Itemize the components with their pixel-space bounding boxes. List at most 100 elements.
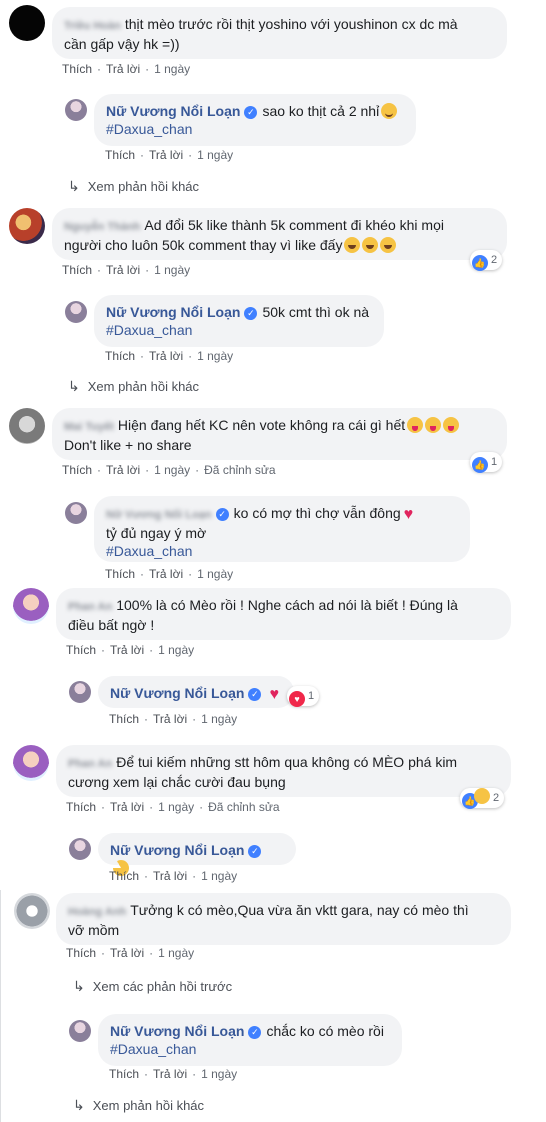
comment-text: người cho luôn 50k comment thay vì like … (64, 237, 343, 253)
laugh-emoji-icon (344, 237, 361, 253)
edited-label[interactable]: Đã chỉnh sửa (204, 463, 275, 477)
reply-author[interactable]: Nữ Vương Nổi Loạn (110, 685, 244, 701)
reply-author[interactable]: Nữ Vương Nổi Loạn (110, 842, 244, 858)
comment-text: Ad đổi 5k like thành 5k comment đi khéo … (144, 217, 444, 233)
comment-author[interactable]: Mai Tuyết (64, 418, 114, 436)
like-link[interactable]: Thích (62, 263, 92, 277)
comment-actions: Thích · Trả lời · 1 ngày · Đã chỉnh sửa (62, 463, 276, 477)
comment-text: Để tui kiếm những stt hôm qua không có M… (116, 754, 458, 770)
like-link[interactable]: Thích (105, 567, 135, 581)
reply-link[interactable]: Trả lời (106, 62, 140, 76)
like-link[interactable]: Thích (66, 946, 96, 960)
previous-replies-link[interactable]: ↳ Xem các phản hồi trước (73, 978, 232, 995)
like-link[interactable]: Thích (109, 1067, 139, 1081)
avatar[interactable] (9, 408, 45, 444)
comment-author[interactable]: Triều Hoàn (64, 17, 121, 35)
edited-label[interactable]: Đã chỉnh sửa (208, 800, 279, 814)
timestamp[interactable]: 1 ngày (201, 712, 237, 726)
timestamp[interactable]: 1 ngày (201, 1067, 237, 1081)
timestamp[interactable]: 1 ngày (154, 463, 190, 477)
reply-arrow-icon: ↳ (73, 978, 85, 994)
timestamp[interactable]: 1 ngày (158, 643, 194, 657)
laugh-emoji-icon (380, 237, 397, 253)
reply-actions: Thích · Trả lời · 1 ngày (109, 869, 238, 883)
comment-author[interactable]: Phan An (68, 755, 112, 773)
reply-link[interactable]: Trả lời (110, 643, 144, 657)
like-link[interactable]: Thích (109, 712, 139, 726)
comment-bubble: Phan An Để tui kiếm những stt hôm qua khô… (56, 745, 511, 797)
timestamp[interactable]: 1 ngày (154, 263, 190, 277)
hashtag-link[interactable]: #Daxua_chan (106, 543, 192, 559)
more-replies-link[interactable]: ↳ Xem phản hồi khác (68, 378, 199, 395)
reply-actions: Thích · Trả lời · 1 ngày (105, 349, 234, 363)
like-link[interactable]: Thích (105, 148, 135, 162)
reply-link[interactable]: Trả lời (106, 463, 140, 477)
comment-author[interactable]: Nguyễn Thành (64, 218, 140, 236)
comment-bubble: Mai Tuyết Hiện đang hết KC nên vote không… (52, 408, 507, 460)
avatar[interactable] (14, 893, 50, 929)
comment-author[interactable]: Hoàng Anh (68, 903, 126, 921)
more-replies-link[interactable]: ↳ Xem phản hồi khác (73, 1097, 204, 1114)
timestamp[interactable]: 1 ngày (197, 349, 233, 363)
avatar[interactable] (13, 588, 49, 624)
timestamp[interactable]: 1 ngày (154, 62, 190, 76)
avatar[interactable] (9, 208, 45, 244)
avatar[interactable] (13, 745, 49, 781)
smile-emoji-icon (381, 103, 398, 119)
avatar[interactable] (69, 838, 91, 860)
reply-link[interactable]: Trả lời (149, 567, 183, 581)
reaction-count[interactable]: 👍 1 (470, 452, 503, 473)
reply-author[interactable]: Nữ Vương Nổi Loạn (110, 1023, 244, 1039)
like-link[interactable]: Thích (62, 62, 92, 76)
avatar[interactable] (69, 1020, 91, 1042)
timestamp[interactable]: 1 ngày (158, 800, 194, 814)
reaction-count[interactable]: ♥ 1 (287, 686, 320, 707)
reply-link[interactable]: Trả lời (106, 263, 140, 277)
reaction-count[interactable]: 👍 2 (460, 788, 505, 809)
avatar[interactable] (65, 301, 87, 323)
avatar[interactable] (9, 5, 45, 41)
comment-bubble: Triều Hoàn thịt mèo trước rồi thịt yoshin… (52, 7, 507, 59)
comment-author[interactable]: Phan An (68, 598, 112, 616)
timestamp[interactable]: 1 ngày (158, 946, 194, 960)
avatar[interactable] (65, 99, 87, 121)
tongue-emoji-icon (425, 417, 442, 433)
reply-link[interactable]: Trả lời (153, 712, 187, 726)
avatar[interactable] (69, 681, 91, 703)
reaction-count[interactable]: 👍 2 (470, 250, 503, 271)
verified-icon: ✓ (248, 1026, 262, 1039)
reply-text: chắc ko có mèo rồi (266, 1023, 384, 1039)
timestamp[interactable]: 1 ngày (197, 567, 233, 581)
hashtag-link[interactable]: #Daxua_chan (110, 1041, 196, 1057)
comment-bubble: Hoàng Anh Tưởng k có mèo,Qua vừa ăn vktt … (56, 893, 511, 945)
comment-text: thịt mèo trước rồi thịt yoshino với yous… (124, 16, 458, 32)
reply-link[interactable]: Trả lời (153, 1067, 187, 1081)
timestamp[interactable]: 1 ngày (201, 869, 237, 883)
reply-author[interactable]: Nữ Vương Nổi Loạn (106, 103, 240, 119)
timestamp[interactable]: 1 ngày (197, 148, 233, 162)
reply-bubble: Nữ Vương Nổi Loạn ✓ sao ko thịt cả 2 nhỉ #… (94, 94, 416, 146)
reply-bubble: Nữ Vương Nổi Loạn ✓ ♥ (98, 676, 294, 708)
reply-bubble: Nữ Vương Nổi Loạn ✓ ko có mợ thì chợ vẫn đ… (94, 496, 470, 562)
hashtag-link[interactable]: #Daxua_chan (106, 322, 192, 338)
comment-text: cương xem lại chắc cười đau bụng (68, 774, 286, 790)
reply-author[interactable]: Nữ Vương Nổi Loạn (106, 304, 240, 320)
like-link[interactable]: Thích (66, 643, 96, 657)
avatar[interactable] (65, 502, 87, 524)
reply-link[interactable]: Trả lời (110, 946, 144, 960)
reply-bubble: Nữ Vương Nổi Loạn ✓ (98, 833, 296, 879)
reply-link[interactable]: Trả lời (149, 148, 183, 162)
haha-reaction-icon (474, 788, 490, 804)
more-replies-link[interactable]: ↳ Xem phản hồi khác (68, 178, 199, 195)
reply-author[interactable]: Nữ Vương Nổi Loạn (106, 506, 212, 524)
reply-link[interactable]: Trả lời (110, 800, 144, 814)
reply-link[interactable]: Trả lời (153, 869, 187, 883)
like-link[interactable]: Thích (105, 349, 135, 363)
like-link[interactable]: Thích (66, 800, 96, 814)
hashtag-link[interactable]: #Daxua_chan (106, 121, 192, 137)
reply-link[interactable]: Trả lời (149, 349, 183, 363)
like-reaction-icon: 👍 (472, 255, 488, 271)
like-link[interactable]: Thích (109, 869, 139, 883)
love-reaction-icon: ♥ (289, 691, 305, 707)
like-link[interactable]: Thích (62, 463, 92, 477)
